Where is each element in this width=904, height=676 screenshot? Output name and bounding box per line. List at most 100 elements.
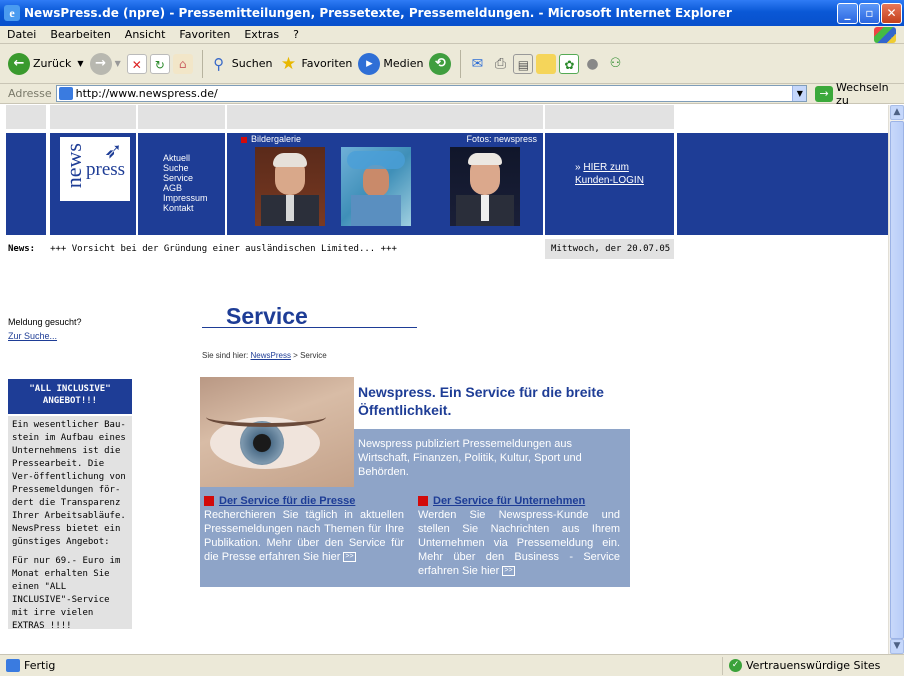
services-panel: Der Service für die Presse Recherchieren… [200, 487, 630, 587]
page-content: news press ➶ Aktuell Suche Service AGB I… [6, 105, 888, 654]
media-button[interactable]: ▸ Medien [358, 52, 423, 75]
red-bullet-icon [204, 496, 214, 506]
menu-extras[interactable]: Extras [237, 28, 286, 41]
breadcrumb: Sie sind hier: NewsPress > Service [202, 351, 327, 360]
gallery-block: Bildergalerie Fotos: newspress [227, 133, 543, 235]
mail-icon[interactable]: ✉ [467, 54, 487, 74]
status-text: Fertig [24, 659, 56, 672]
minimize-button[interactable]: _ [837, 3, 858, 24]
print-icon[interactable]: ⎙ [490, 54, 510, 74]
search-button[interactable]: ⚲ Suchen [209, 54, 272, 74]
page-icon [58, 87, 73, 100]
menu-bar: Datei Bearbeiten Ansicht Favoriten Extra… [0, 26, 904, 44]
address-bar: Adresse http://www.newspress.de/ ▼ → Wec… [0, 81, 904, 107]
nav-impressum[interactable]: Impressum [163, 193, 208, 203]
nav-suche[interactable]: Suche [163, 163, 208, 173]
gallery-photo-2[interactable] [341, 147, 411, 226]
press-service-link[interactable]: Der Service für die Presse [219, 495, 355, 507]
stop-icon[interactable]: ✕ [126, 53, 147, 74]
go-button[interactable]: → Wechseln zu [809, 81, 904, 107]
status-bar: Fertig ✓ Vertrauenswürdige Sites [0, 654, 904, 676]
edit-icon[interactable]: ▤ [513, 53, 534, 74]
scroll-thumb[interactable] [890, 121, 904, 639]
back-button[interactable]: ← Zurück ▼ [8, 52, 84, 75]
header-strip-cell [545, 105, 674, 129]
zone-text: Vertrauenswürdige Sites [746, 659, 881, 672]
menu-help[interactable]: ? [286, 28, 306, 41]
history-icon[interactable]: ⟲ [429, 52, 452, 75]
home-icon[interactable]: ⌂ [172, 53, 193, 74]
maximize-button[interactable]: ▫ [859, 3, 880, 24]
address-input[interactable]: http://www.newspress.de/ ▼ [55, 85, 808, 102]
logo-block: news press ➶ [50, 133, 136, 235]
eagle-icon: ➶ [104, 139, 123, 164]
forward-arrow-icon: → [89, 52, 112, 75]
ie-app-icon: e [4, 5, 20, 21]
nav-aktuell[interactable]: Aktuell [163, 153, 208, 163]
promo-box: Ein wesentlicher Bau-stein im Aufbau ein… [8, 416, 132, 631]
close-button[interactable]: ✕ [881, 3, 902, 24]
search-link[interactable]: Zur Suche... [8, 331, 57, 341]
customer-login-link[interactable]: HIER zum Kunden-LOGIN [575, 162, 644, 186]
toolbar: ← Zurück ▼ → ▼ ✕ ↻ ⌂ ⚲ Suchen ★ Favorite… [0, 44, 904, 84]
favorites-button[interactable]: ★ Favoriten [278, 53, 353, 74]
address-label: Adresse [8, 87, 52, 100]
scroll-up-icon[interactable]: ▲ [890, 105, 904, 120]
windows-logo-icon [874, 27, 896, 43]
business-service-text: Werden Sie Newspress-Kunde und stellen S… [418, 509, 620, 577]
gallery-label: Bildergalerie [251, 134, 302, 144]
promo-offer-text: Für nur 69.- Euro im Monat erhalten Sie … [12, 556, 121, 631]
promo-header: "ALL INCLUSIVE" ANGEBOT!!! [8, 379, 132, 414]
promo-title: "ALL INCLUSIVE" ANGEBOT!!! [29, 384, 111, 406]
window-title-bar: e NewsPress.de (npre) - Pressemitteilung… [0, 0, 904, 26]
header-strip-cell [227, 105, 543, 129]
gallery-photo-1[interactable] [255, 147, 325, 226]
forward-button[interactable]: → ▼ [89, 52, 121, 75]
back-arrow-icon: ← [8, 52, 30, 75]
folder-icon[interactable] [536, 53, 557, 74]
current-date: Mittwoch, der 20.07.05 [551, 244, 671, 254]
gallery-photo-3[interactable] [450, 147, 520, 226]
scroll-down-icon[interactable]: ▼ [890, 639, 904, 654]
ticker-text[interactable]: +++ Vorsicht bei der Gründung einer ausl… [50, 244, 397, 254]
business-service: Der Service für Unternehmen Werden Sie N… [418, 495, 620, 578]
forward-dropdown-icon[interactable]: ▼ [115, 59, 121, 68]
toolbar-separator [201, 49, 203, 78]
gallery-marker-icon [241, 137, 247, 143]
login-arrow-icon: » [575, 162, 581, 173]
go-arrow-icon: → [815, 85, 834, 102]
menu-ansicht[interactable]: Ansicht [118, 28, 173, 41]
header-block [6, 133, 46, 235]
newspress-logo[interactable]: news press ➶ [60, 137, 130, 201]
menu-bearbeiten[interactable]: Bearbeiten [43, 28, 117, 41]
header-strip-cell [50, 105, 136, 129]
news-ticker: News: +++ Vorsicht bei der Gründung eine… [6, 239, 543, 259]
logo-news-text: news [61, 143, 86, 189]
page-done-icon [6, 659, 20, 672]
refresh-icon[interactable]: ↻ [149, 53, 170, 74]
red-bullet-icon [418, 496, 428, 506]
menu-datei[interactable]: Datei [0, 28, 43, 41]
window-title: NewsPress.de (npre) - Pressemitteilungen… [24, 6, 732, 20]
address-url: http://www.newspress.de/ [75, 87, 218, 100]
nav-kontakt[interactable]: Kontakt [163, 203, 208, 213]
trusted-zone-icon: ✓ [729, 659, 742, 672]
address-dropdown-icon[interactable]: ▼ [792, 86, 807, 101]
nav-agb[interactable]: AGB [163, 183, 208, 193]
press-service-text: Recherchieren Sie täglich in aktuellen P… [204, 509, 404, 563]
search-prompt: Meldung gesucht? [8, 317, 82, 327]
messenger-icon[interactable]: ● [582, 54, 602, 74]
contacts-icon[interactable]: ⚇ [605, 54, 625, 74]
star-icon: ★ [280, 53, 297, 74]
nav-service[interactable]: Service [163, 173, 208, 183]
more-arrow-icon[interactable]: >> [343, 552, 356, 563]
flower-icon[interactable]: ✿ [559, 53, 580, 74]
breadcrumb-home-link[interactable]: NewsPress [250, 351, 290, 360]
gallery-credit: Fotos: newspress [466, 134, 537, 144]
menu-favoriten[interactable]: Favoriten [172, 28, 237, 41]
intro-text: Newspress publiziert Pressemeldungen aus… [358, 438, 582, 478]
more-arrow-icon[interactable]: >> [502, 566, 515, 577]
back-dropdown-icon[interactable]: ▼ [77, 59, 83, 68]
vertical-scrollbar[interactable]: ▲ ▼ [888, 105, 904, 654]
business-service-link[interactable]: Der Service für Unternehmen [433, 495, 585, 507]
